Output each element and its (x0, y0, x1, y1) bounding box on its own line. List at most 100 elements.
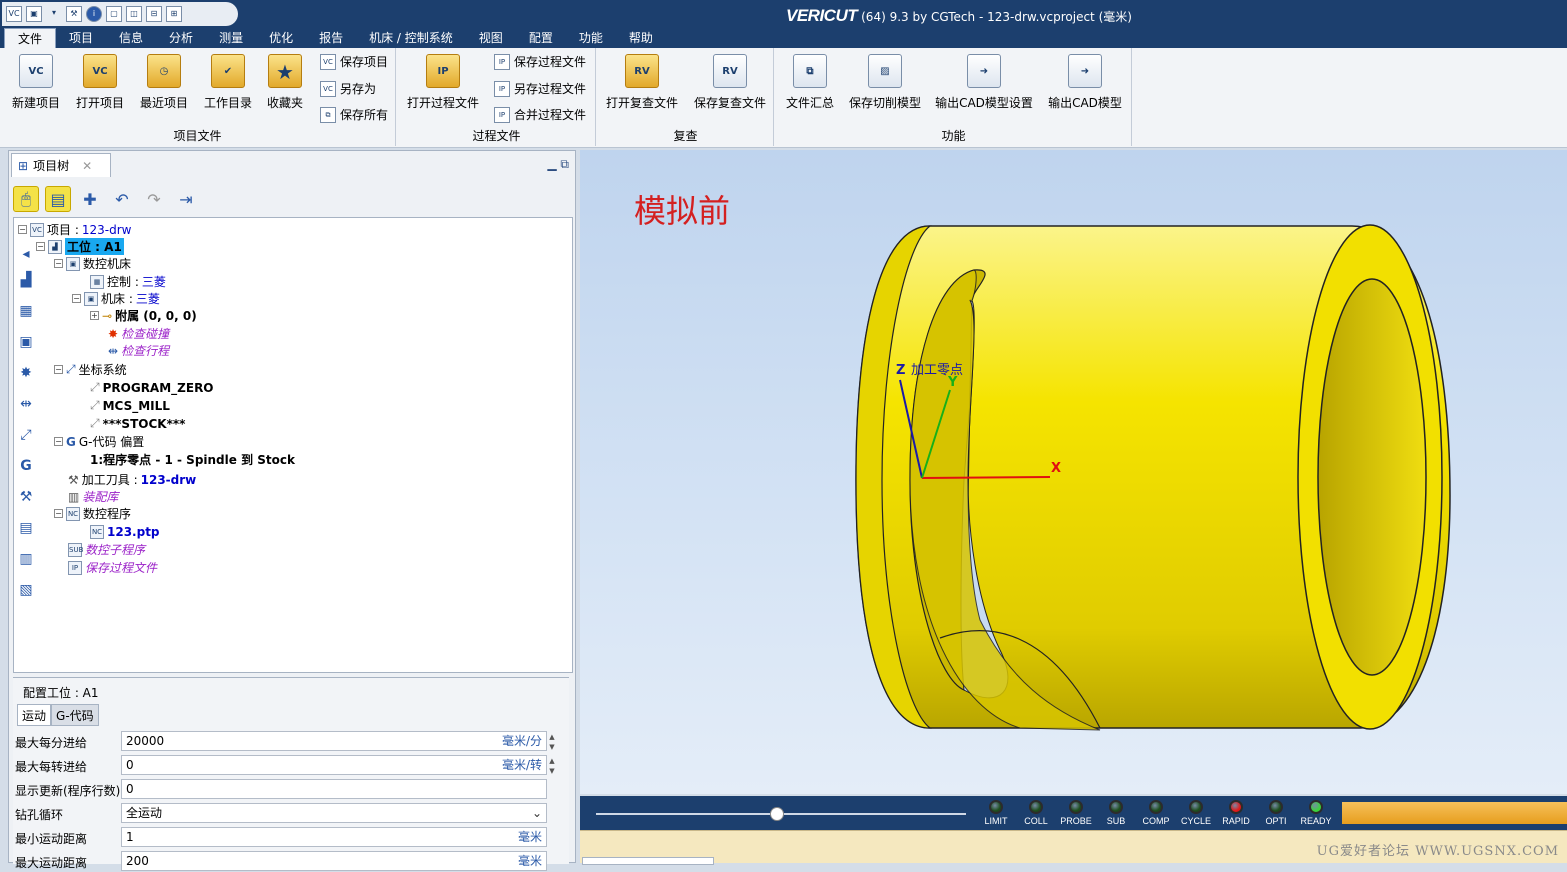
save-all-button[interactable]: ⧉ 保存所有 (320, 106, 388, 123)
coordinate-icon[interactable]: ⤢ (15, 424, 37, 446)
info-icon[interactable]: i (86, 6, 102, 22)
save-process-file-button[interactable]: IP 保存过程文件 (494, 53, 586, 70)
float-icon[interactable]: ⧉ (560, 157, 569, 171)
machine-icon[interactable]: ▣ (15, 331, 37, 353)
collapse-icon[interactable]: − (54, 509, 63, 518)
export-tree-icon[interactable]: ⇥ (173, 186, 199, 212)
export-cad-model-button[interactable]: ➜ 输出CAD模型 (1046, 54, 1124, 111)
led-cycle[interactable]: CYCLE (1176, 800, 1216, 826)
menu-file[interactable]: 文件 (4, 28, 57, 48)
tree-node-cs1[interactable]: ⤢ PROGRAM_ZERO (90, 379, 214, 396)
menu-config[interactable]: 配置 (516, 28, 566, 48)
led-limit[interactable]: LIMIT (976, 800, 1016, 826)
tree-node-gcode-offset[interactable]: − G G-代码 偏置 (54, 433, 144, 450)
save-review-file-button[interactable]: RV 保存复查文件 (692, 54, 768, 111)
recent-projects-button[interactable]: ◷ 最近项目 (136, 54, 192, 111)
collapse-icon[interactable]: − (54, 259, 63, 268)
mouse-select-icon[interactable]: 🖱 (13, 186, 39, 212)
tree-node-save-ip[interactable]: IP 保存过程文件 (68, 559, 157, 576)
single-view-icon[interactable]: ▢ (106, 6, 122, 22)
properties-icon[interactable]: ▤ (45, 186, 71, 212)
control-icon[interactable]: ▦ (15, 300, 37, 322)
tab-project-tree[interactable]: ⊞ 项目树 ✕ (11, 153, 111, 177)
tree-node-offset-item[interactable]: 1:程序零点 - 1 - Spindle 到 Stock (90, 451, 295, 468)
file-summary-button[interactable]: ⧉ 文件汇总 (782, 54, 838, 111)
led-comp[interactable]: COMP (1136, 800, 1176, 826)
tab-gcode[interactable]: G-代码 (51, 704, 99, 726)
redo-icon[interactable]: ↷ (141, 186, 167, 212)
spinner-icon[interactable]: ▲ ▼ (547, 732, 557, 752)
gcode-offset-icon[interactable]: G (15, 455, 37, 477)
menu-report[interactable]: 报告 (306, 28, 356, 48)
tree-node-attach[interactable]: + ⊸ 附属 (0, 0, 0) (90, 307, 197, 324)
collision-icon[interactable]: ✸ (15, 362, 37, 384)
max-feed-min-field[interactable]: 20000 毫米/分 ▲ ▼ (121, 731, 555, 751)
tree-node-coords[interactable]: − ⤢ 坐标系统 (54, 361, 127, 378)
station-icon[interactable]: ▟ (15, 269, 37, 291)
slider-handle[interactable] (770, 807, 784, 821)
new-project-button[interactable]: VC 新建项目 (8, 54, 64, 111)
expand-icon[interactable]: + (90, 311, 99, 320)
led-rapid[interactable]: RAPID (1216, 800, 1256, 826)
menu-analysis[interactable]: 分析 (156, 28, 206, 48)
ip-file-icon[interactable]: ▧ (15, 579, 37, 601)
min-motion-field[interactable]: 1 毫米 (121, 827, 547, 847)
tree-node-project[interactable]: − VC 项目 : 123-drw (18, 221, 131, 238)
split-vertical-icon[interactable]: ◫ (126, 6, 142, 22)
split-horizontal-icon[interactable]: ⊟ (146, 6, 162, 22)
tree-node-nc-file[interactable]: NC 123.ptp (90, 523, 160, 540)
save-as-process-file-button[interactable]: IP 另存过程文件 (494, 80, 586, 97)
log-tab[interactable] (582, 857, 714, 865)
close-icon[interactable]: ✕ (82, 159, 92, 173)
working-directory-button[interactable]: ✔ 工作目录 (200, 54, 256, 111)
tool-icon[interactable]: ⚒ (66, 6, 82, 22)
save-icon[interactable]: ▣ (26, 6, 42, 22)
tree-node-mach[interactable]: − ▣ 机床 : 三菱 (72, 290, 160, 307)
menu-info[interactable]: 信息 (106, 28, 156, 48)
tab-motion[interactable]: 运动 (17, 704, 52, 726)
tree-node-station[interactable]: − ▟ 工位 : A1 (36, 238, 124, 255)
collapse-icon[interactable]: − (36, 242, 45, 251)
save-as-button[interactable]: VC 另存为 (320, 80, 376, 97)
quad-view-icon[interactable]: ⊞ (166, 6, 182, 22)
open-process-file-button[interactable]: IP 打开过程文件 (406, 54, 480, 111)
display-update-field[interactable]: 0 (121, 779, 547, 799)
save-cut-model-button[interactable]: ▨ 保存切削模型 (846, 54, 924, 111)
menu-help[interactable]: 帮助 (616, 28, 666, 48)
tree-node-check-travel[interactable]: ⇹ 检查行程 (108, 342, 169, 359)
max-motion-field[interactable]: 200 毫米 (121, 851, 547, 871)
tree-node-control[interactable]: ▦ 控制 : 三菱 (90, 273, 166, 290)
collapse-icon[interactable]: − (54, 365, 63, 374)
spinner-icon[interactable]: ▲ ▼ (547, 756, 557, 776)
chevron-down-icon[interactable]: ▾ (46, 6, 62, 22)
collapse-icon[interactable]: − (72, 294, 81, 303)
tree-node-assembly[interactable]: ▥ 装配库 (68, 488, 118, 505)
export-cad-settings-button[interactable]: ➜ 输出CAD模型设置 (934, 54, 1034, 111)
led-sub[interactable]: SUB (1096, 800, 1136, 826)
led-ready[interactable]: READY (1296, 800, 1336, 826)
menu-machine-control[interactable]: 机床 / 控制系统 (356, 28, 466, 48)
favorites-button[interactable]: ★ 收藏夹 (262, 54, 308, 111)
tree-node-machine[interactable]: − ▣ 数控机床 (54, 255, 131, 272)
nc-sub-icon[interactable]: ▥ (15, 548, 37, 570)
travel-icon[interactable]: ⇹ (15, 393, 37, 415)
tree-node-cs3[interactable]: ⤢ ***STOCK*** (90, 415, 185, 432)
menu-view[interactable]: 视图 (466, 28, 516, 48)
max-feed-rev-field[interactable]: 0 毫米/转 ▲ ▼ (121, 755, 555, 775)
app-icon[interactable]: VC (6, 6, 22, 22)
collapse-icon[interactable]: − (54, 437, 63, 446)
led-probe[interactable]: PROBE (1056, 800, 1096, 826)
menu-project[interactable]: 项目 (56, 28, 106, 48)
menu-optimize[interactable]: 优化 (256, 28, 306, 48)
collapse-icon[interactable]: − (18, 225, 27, 234)
merge-process-file-button[interactable]: IP 合并过程文件 (494, 106, 586, 123)
undo-icon[interactable]: ↶ (109, 186, 135, 212)
menu-measure[interactable]: 测量 (206, 28, 256, 48)
drill-cycle-select[interactable]: 全运动 ⌄ (121, 803, 547, 823)
tools-icon[interactable]: ⚒ (15, 486, 37, 508)
tree-node-tools[interactable]: ⚒ 加工刀具 : 123-drw (68, 471, 196, 488)
graphics-viewport[interactable]: 模拟前 X Z Y 加工零点 (580, 150, 1567, 794)
save-project-button[interactable]: VC 保存项目 (320, 53, 388, 70)
nc-program-icon[interactable]: ▤ (15, 517, 37, 539)
tree-node-nc-sub[interactable]: SUB 数控子程序 (68, 541, 145, 558)
